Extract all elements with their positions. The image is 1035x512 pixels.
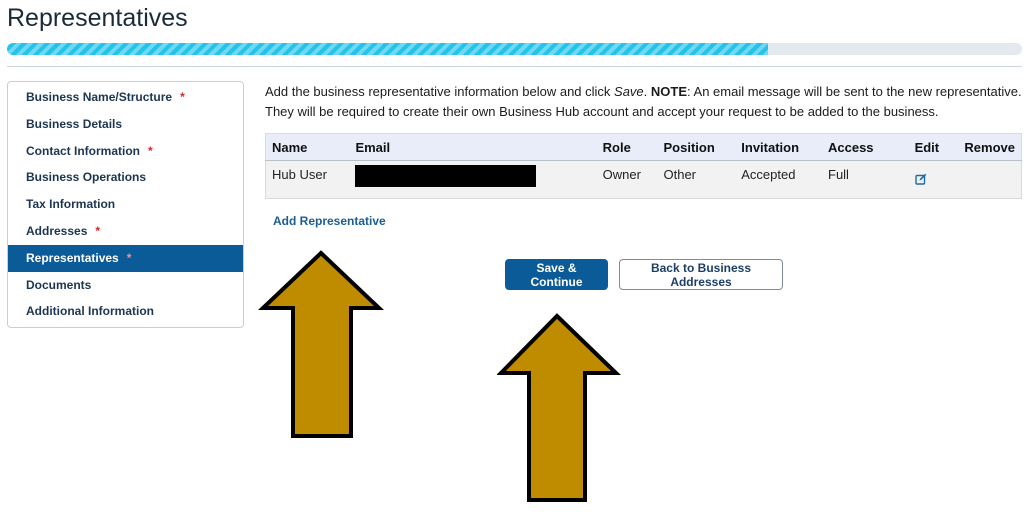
sidebar-item-business-operations[interactable]: Business Operations: [8, 164, 243, 191]
progress-bar: [7, 43, 1022, 55]
column-header-remove: Remove: [958, 133, 1022, 161]
table-row: Hub User Owner Other Accepted Full: [265, 160, 1022, 199]
required-marker: *: [148, 143, 153, 158]
sidebar-item-representatives[interactable]: Representatives *: [8, 244, 243, 272]
sidebar-item-business-name-structure[interactable]: Business Name/Structure *: [8, 84, 243, 111]
add-representative-link[interactable]: Add Representative: [273, 214, 386, 228]
column-header-edit: Edit: [908, 133, 959, 161]
representatives-table: Name Email Role Position Invitation Acce…: [265, 133, 1022, 199]
sidebar-item-contact-information[interactable]: Contact Information *: [8, 138, 243, 165]
sidebar-nav: Business Name/Structure * Business Detail…: [7, 81, 244, 329]
cell-remove: [958, 160, 1022, 199]
up-arrow-icon: [497, 313, 621, 502]
required-marker: *: [180, 90, 185, 104]
intro-text: Add the business representative informat…: [265, 82, 1025, 122]
progress-fill: [7, 43, 769, 55]
cell-position: Other: [657, 160, 736, 199]
cell-access: Full: [822, 160, 909, 199]
sidebar-item-documents[interactable]: Documents: [8, 272, 243, 299]
sidebar-item-label: Tax Information: [26, 197, 116, 212]
redacted-email: [355, 165, 537, 187]
save-continue-button[interactable]: Save & Continue: [505, 259, 608, 290]
sidebar-item-label: Representatives: [26, 250, 119, 265]
sidebar-item-label: Business Operations: [26, 170, 147, 185]
sidebar-item-label: Business Details: [26, 116, 123, 131]
column-header-email: Email: [349, 133, 597, 161]
sidebar-item-label: Business Name/Structure: [26, 90, 173, 104]
cell-role: Owner: [596, 160, 658, 199]
cell-email: [349, 160, 597, 199]
cell-name: Hub User: [265, 160, 350, 199]
column-header-name: Name: [265, 133, 350, 161]
required-marker: *: [126, 250, 132, 265]
cell-invitation: Accepted: [735, 160, 822, 199]
sidebar-item-business-details[interactable]: Business Details: [8, 111, 243, 138]
column-header-invitation: Invitation: [735, 133, 822, 161]
column-header-role: Role: [596, 133, 658, 161]
sidebar-item-tax-information[interactable]: Tax Information: [8, 191, 243, 218]
edit-icon[interactable]: [914, 173, 927, 188]
sidebar-item-additional-information[interactable]: Additional Information: [8, 298, 243, 325]
intro-part: Add the business representative informat…: [265, 84, 615, 99]
up-arrow-icon: [258, 250, 384, 438]
sidebar-item-label: Addresses: [26, 223, 88, 238]
sidebar-item-addresses[interactable]: Addresses *: [8, 218, 243, 245]
sidebar-item-label: Documents: [26, 277, 92, 292]
cell-edit: [908, 160, 959, 199]
column-header-position: Position: [657, 133, 736, 161]
intro-part: .: [643, 84, 651, 99]
intro-note-label: NOTE: [650, 84, 688, 99]
table-header-row: Name Email Role Position Invitation Acce…: [265, 133, 1022, 161]
required-marker: *: [95, 223, 101, 238]
back-to-addresses-button[interactable]: Back to Business Addresses: [619, 259, 783, 290]
divider: [7, 66, 1022, 67]
sidebar-item-label: Additional Information: [26, 304, 154, 319]
sidebar-item-label: Contact Information: [26, 143, 140, 158]
column-header-access: Access: [822, 133, 909, 161]
page-title: Representatives: [7, 4, 188, 32]
intro-save-word: Save: [614, 84, 644, 99]
